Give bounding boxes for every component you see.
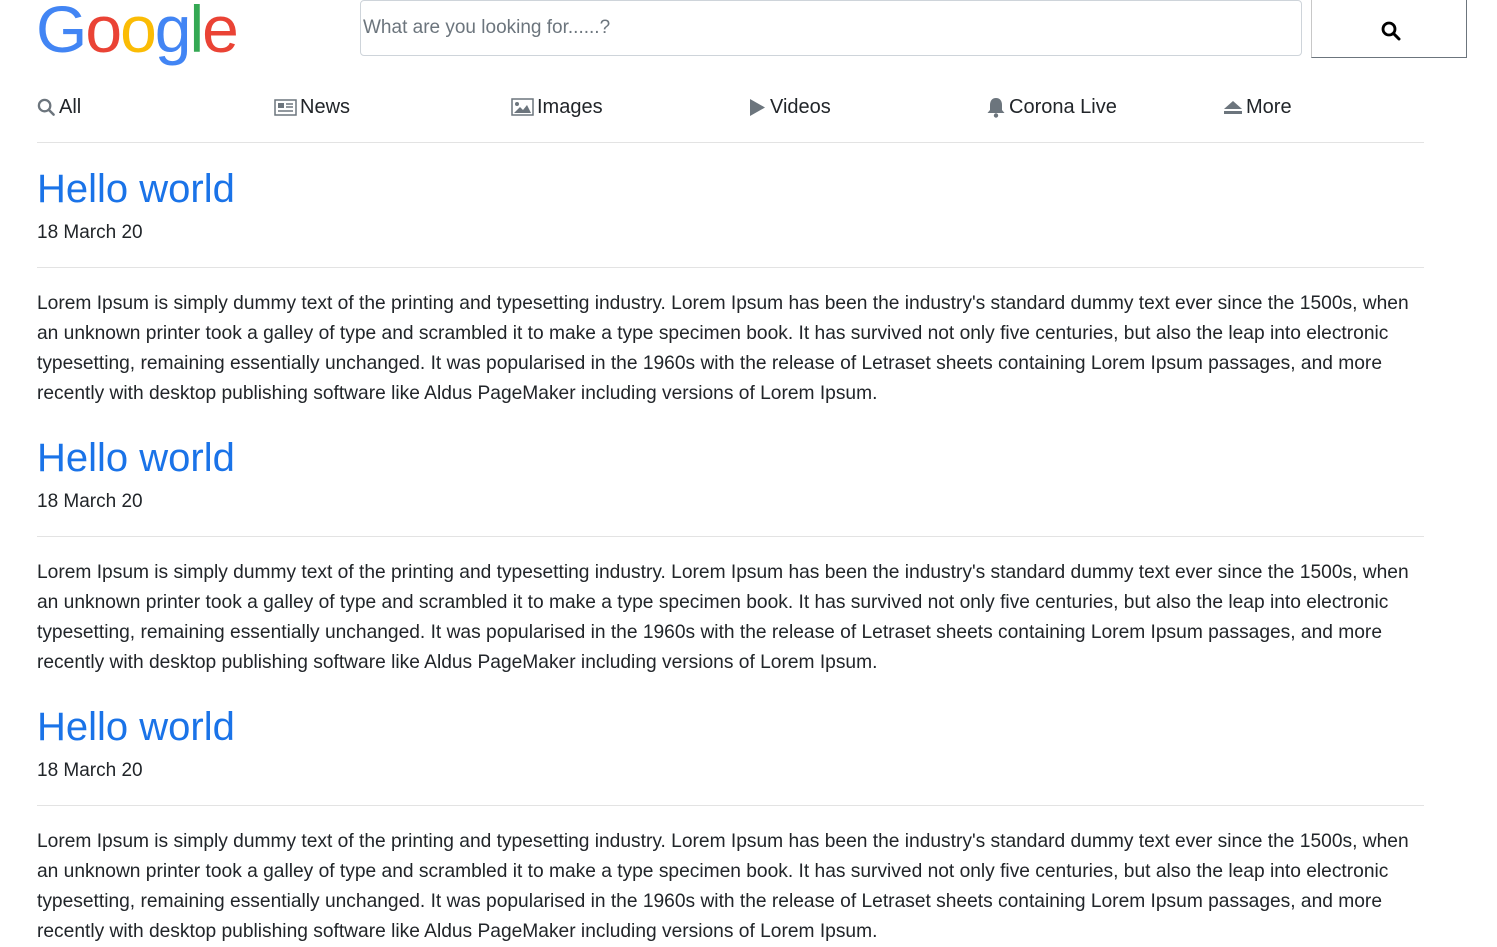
result-title-link[interactable]: Hello world [37, 703, 235, 751]
search-button[interactable] [1311, 0, 1467, 58]
search-icon [1381, 21, 1401, 41]
search-input[interactable] [360, 0, 1302, 56]
nav-item-label: Corona Live [1009, 95, 1117, 118]
nav-item-label: Videos [770, 95, 831, 118]
result-body: Lorem Ipsum is simply dummy text of the … [37, 562, 1409, 673]
result-body: Lorem Ipsum is simply dummy text of the … [37, 831, 1409, 942]
logo-letter: l [189, 0, 205, 66]
nav-item-news[interactable]: News [274, 94, 350, 120]
nav-item-label: Images [537, 95, 603, 118]
search-icon [37, 98, 56, 117]
image-icon [511, 98, 534, 116]
logo-letter: G [36, 0, 87, 66]
result-title-link[interactable]: Hello world [37, 434, 235, 482]
result-date: 18 March 20 [37, 760, 143, 781]
nav-item-all[interactable]: All [37, 94, 81, 120]
newspaper-icon [274, 98, 297, 116]
divider [37, 536, 1424, 537]
result-title-link[interactable]: Hello world [37, 165, 235, 213]
logo-letter: o [85, 0, 122, 66]
result-body: Lorem Ipsum is simply dummy text of the … [37, 293, 1409, 404]
play-icon [748, 98, 767, 117]
search-nav: All News Images Videos Corona Live More [37, 86, 1424, 143]
result-date: 18 March 20 [37, 222, 143, 243]
nav-item-corona-live[interactable]: Corona Live [986, 94, 1117, 120]
logo-letter: g [154, 0, 192, 66]
google-logo[interactable]: Google [36, 0, 239, 66]
nav-item-label: More [1246, 95, 1292, 118]
bell-icon [986, 97, 1006, 118]
nav-item-images[interactable]: Images [511, 94, 603, 120]
divider [37, 805, 1424, 806]
nav-item-more[interactable]: More [1223, 94, 1292, 120]
eject-icon [1223, 99, 1243, 116]
nav-item-label: All [59, 95, 82, 118]
result-date: 18 March 20 [37, 491, 143, 512]
logo-letter: e [202, 0, 239, 66]
nav-item-label: News [300, 95, 351, 118]
divider [37, 267, 1424, 268]
nav-item-videos[interactable]: Videos [748, 94, 831, 120]
logo-letter: o [120, 0, 157, 66]
